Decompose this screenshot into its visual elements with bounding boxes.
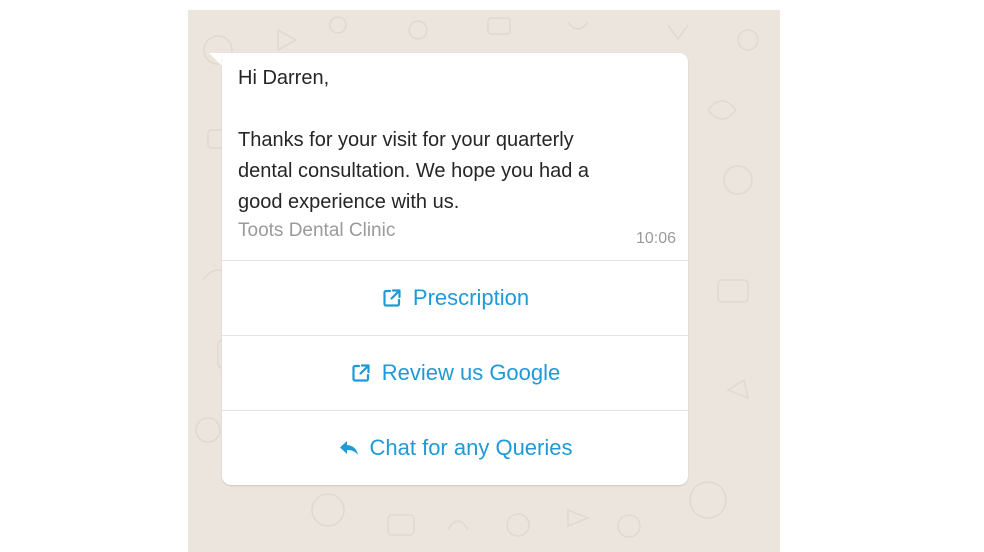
message-timestamp: 10:06	[635, 230, 676, 247]
message-bubble: Hi Darren, Thanks for your visit for you…	[222, 53, 688, 485]
message-text: Hi Darren, Thanks for your visit for you…	[238, 67, 589, 213]
message-footer-row: Toots Dental Clinic 10:06	[238, 218, 676, 252]
page: Hi Darren, Thanks for your visit for you…	[0, 0, 984, 552]
prescription-button[interactable]: Prescription	[222, 260, 688, 335]
message-footer: Toots Dental Clinic	[238, 220, 396, 241]
chat-background: Hi Darren, Thanks for your visit for you…	[188, 10, 780, 552]
message-bubble-wrapper: Hi Darren, Thanks for your visit for you…	[209, 53, 688, 485]
reply-icon	[338, 437, 360, 459]
external-link-icon	[381, 287, 403, 309]
external-link-icon	[350, 362, 372, 384]
review-us-google-button[interactable]: Review us Google	[222, 335, 688, 410]
chat-for-any-queries-button[interactable]: Chat for any Queries	[222, 410, 688, 485]
review-us-google-button-label: Review us Google	[381, 360, 561, 385]
message-content: Hi Darren, Thanks for your visit for you…	[222, 53, 688, 260]
bubble-tail	[209, 53, 223, 67]
prescription-button-label: Prescription	[412, 285, 530, 310]
chat-for-any-queries-button-label: Chat for any Queries	[369, 435, 573, 460]
